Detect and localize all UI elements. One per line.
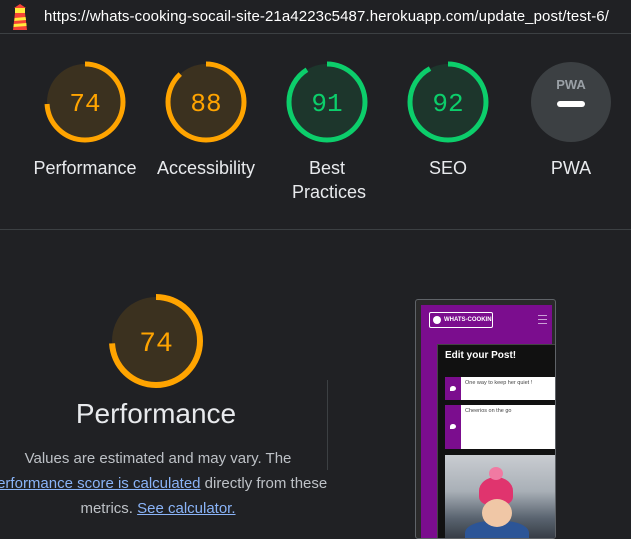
- seo-label: SEO: [428, 158, 467, 178]
- best-practices-score-gauge: 91: [286, 61, 368, 143]
- final-screenshot-preview[interactable]: WHATS-COOKIN Edit your Post! One way to …: [415, 299, 556, 539]
- seo-score-gauge: 92: [407, 61, 489, 143]
- preview-logo: WHATS-COOKIN: [429, 312, 493, 328]
- gauge-accessibility[interactable]: 88 Accessibility: [145, 60, 267, 180]
- best-practices-score: 91: [311, 89, 342, 119]
- preview-image-face: [482, 499, 512, 527]
- preview-navbar: WHATS-COOKIN: [421, 305, 552, 336]
- accessibility-score-gauge: 88: [165, 61, 247, 143]
- preview-edit-card: Edit your Post! One way to keep her quie…: [437, 344, 555, 538]
- seo-score: 92: [432, 89, 463, 119]
- pwa-badge-icon: PWA: [531, 62, 611, 142]
- comment-icon: [445, 377, 461, 400]
- best-practices-label: Best Practices: [292, 158, 367, 202]
- preview-content-text: Cheerios on the go: [465, 408, 512, 414]
- chef-hat-icon: [433, 316, 441, 324]
- preview-content-field: Cheerios on the go: [445, 405, 555, 449]
- preview-title-field: One way to keep her quiet !: [445, 377, 555, 400]
- preview-body: Edit your Post! One way to keep her quie…: [421, 336, 555, 538]
- performance-score-gauge: 74: [44, 61, 126, 143]
- gauge-best-practices[interactable]: 91 Best Practices: [266, 60, 388, 204]
- preview-logo-text: WHATS-COOKIN: [444, 317, 492, 323]
- section-divider: [0, 229, 631, 230]
- preview-title-text: One way to keep her quiet !: [465, 380, 533, 386]
- preview-heading: Edit your Post!: [445, 350, 517, 361]
- preview-image-pompom: [489, 467, 503, 480]
- performance-large-score: 74: [139, 329, 173, 360]
- comment-icon: [445, 405, 461, 449]
- accessibility-score: 88: [190, 89, 221, 119]
- vertical-divider: [327, 380, 328, 470]
- preview-post-image: [445, 455, 555, 538]
- performance-large-gauge: 74: [109, 294, 203, 388]
- pwa-badge-text: PWA: [556, 77, 586, 92]
- accessibility-label: Accessibility: [156, 158, 256, 178]
- performance-label: Performance: [33, 158, 137, 178]
- lighthouse-icon: [13, 4, 27, 30]
- performance-description: Values are estimated and may vary. The p…: [0, 446, 328, 521]
- gauge-seo[interactable]: 92 SEO: [387, 60, 509, 180]
- address-bar: https://whats-cooking-socail-site-21a422…: [0, 0, 631, 34]
- gauge-performance[interactable]: 74 Performance: [24, 60, 146, 180]
- hamburger-menu-icon: [538, 315, 547, 324]
- performance-score: 74: [69, 89, 100, 119]
- description-text-1: Values are estimated and may vary. The: [24, 450, 292, 467]
- see-calculator-link[interactable]: See calculator.: [137, 500, 235, 517]
- category-gauges: 74 Performance 88 Accessibility 91 Best …: [0, 34, 631, 230]
- gauge-pwa[interactable]: PWA PWA: [510, 60, 631, 180]
- pwa-label: PWA: [550, 158, 592, 178]
- performance-heading: Performance: [75, 398, 237, 429]
- score-calculation-link[interactable]: performance score is calculated: [0, 475, 201, 492]
- page-url[interactable]: https://whats-cooking-socail-site-21a422…: [44, 8, 609, 25]
